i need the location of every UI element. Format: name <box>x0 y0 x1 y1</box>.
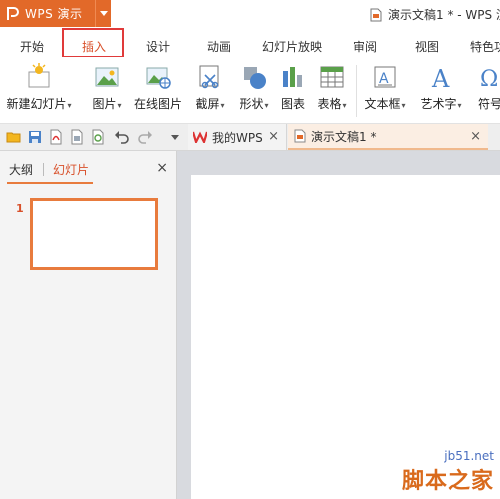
print-icon[interactable] <box>69 129 85 145</box>
tab-animation[interactable]: 动画 <box>207 38 231 55</box>
shape-label: 形状 <box>239 97 264 111</box>
presentation-document-icon <box>294 129 306 143</box>
tab-divider <box>43 163 44 176</box>
slide-number: 1 <box>16 202 24 215</box>
tab-outline[interactable]: 大纲 <box>9 161 33 178</box>
tab-view[interactable]: 视图 <box>415 38 439 55</box>
close-panel-icon[interactable]: × <box>156 160 168 176</box>
chevron-down-icon: ▾ <box>220 101 225 110</box>
customize-toolbar-dropdown-icon[interactable] <box>167 129 183 145</box>
textbox-label: 文本框 <box>364 97 401 111</box>
omega-symbol-icon: Ω <box>480 67 498 91</box>
shape-button[interactable]: 形状▾ <box>234 57 274 112</box>
tab-design[interactable]: 设计 <box>146 38 170 55</box>
new-slide-icon <box>28 63 50 88</box>
app-menu-dropdown-icon[interactable] <box>95 0 111 27</box>
online-picture-label: 在线图片 <box>133 97 182 111</box>
symbol-label: 符号 <box>477 97 500 111</box>
window-title-text: 演示文稿1 * - WPS 演 <box>388 8 500 22</box>
table-button[interactable]: 表格▾ <box>312 57 352 112</box>
tab-review[interactable]: 审阅 <box>353 38 377 55</box>
save-icon[interactable] <box>27 129 43 145</box>
tab-my-wps-label: 我的WPS <box>212 130 263 145</box>
table-icon <box>320 66 344 88</box>
tab-slideshow[interactable]: 幻灯片放映 <box>262 38 322 55</box>
title-bar: WPS 演示 演示文稿1 * - WPS 演 <box>0 0 500 30</box>
watermark-brand: 脚本之家 <box>401 468 494 494</box>
online-picture-icon <box>146 67 171 89</box>
app-menu-button[interactable]: WPS 演示 <box>0 0 111 27</box>
document-icon <box>370 8 382 21</box>
chevron-down-icon: ▾ <box>264 101 269 110</box>
quick-access-toolbar: 我的WPS × 演示文稿1 * × <box>0 124 500 151</box>
screenshot-button[interactable]: 截屏▾ <box>190 57 230 112</box>
wordart-button[interactable]: A 艺术字▾ <box>416 57 466 112</box>
active-tab-underline <box>7 182 93 184</box>
table-label: 表格 <box>317 97 342 111</box>
tab-home[interactable]: 开始 <box>20 38 44 55</box>
chart-icon <box>283 67 302 87</box>
panel-tabs: 大纲 幻灯片 × <box>0 151 176 184</box>
watermark: jb51.net 脚本之家 <box>402 449 494 495</box>
close-icon[interactable]: × <box>268 129 279 144</box>
wordart-label: 艺术字 <box>420 97 457 111</box>
picture-icon <box>95 67 119 87</box>
tab-features[interactable]: 特色功 <box>470 38 500 55</box>
svg-text:Ω: Ω <box>480 67 498 91</box>
chevron-down-icon: ▾ <box>401 101 406 110</box>
slides-panel: 大纲 幻灯片 × 1 <box>0 151 177 499</box>
screenshot-icon <box>199 65 219 89</box>
chevron-down-icon: ▾ <box>67 101 72 110</box>
watermark-site: jb51.net <box>444 449 494 463</box>
chevron-down-icon: ▾ <box>342 101 347 110</box>
picture-button[interactable]: 图片▾ <box>86 57 128 112</box>
chart-label: 图表 <box>280 97 305 111</box>
textbox-button[interactable]: A 文本框▾ <box>360 57 410 112</box>
shape-icon <box>244 67 266 89</box>
new-slide-button[interactable]: 新建幻灯片▾ <box>6 57 72 112</box>
new-slide-label: 新建幻灯片 <box>6 97 67 111</box>
export-pdf-icon[interactable] <box>48 129 64 145</box>
online-picture-button[interactable]: 在线图片 <box>132 57 184 112</box>
tab-document-label: 演示文稿1 * <box>311 129 377 144</box>
ribbon-separator <box>356 65 357 117</box>
close-icon[interactable]: × <box>470 129 481 144</box>
picture-label: 图片 <box>92 97 117 111</box>
tab-slides[interactable]: 幻灯片 <box>53 161 89 178</box>
print-preview-icon[interactable] <box>90 129 106 145</box>
tab-insert[interactable]: 插入 <box>82 38 106 55</box>
slide-thumbnail[interactable] <box>30 198 158 270</box>
symbol-button[interactable]: Ω 符号 <box>476 57 500 112</box>
chart-button[interactable]: 图表 <box>278 57 308 112</box>
app-name: WPS 演示 <box>25 7 83 21</box>
wps-w-icon <box>193 131 207 143</box>
window-title: 演示文稿1 * - WPS 演 <box>370 6 500 23</box>
svg-text:A: A <box>431 65 450 91</box>
redo-icon[interactable] <box>137 129 153 145</box>
ribbon-tabs: 开始 插入 设计 动画 幻灯片放映 审阅 视图 特色功 <box>0 28 500 58</box>
tab-my-wps[interactable]: 我的WPS × <box>188 124 287 150</box>
ribbon-insert: 新建幻灯片▾ 图片▾ 在线图片 截屏▾ 形状▾ 图表 表格▾ A 文本框▾ A … <box>0 57 500 124</box>
editing-workspace: jb51.net 脚本之家 <box>177 151 500 499</box>
screenshot-label: 截屏 <box>195 97 220 111</box>
textbox-icon: A <box>374 66 396 88</box>
wps-logo-icon <box>4 5 22 23</box>
tab-document[interactable]: 演示文稿1 * × <box>288 124 488 150</box>
chevron-down-icon: ▾ <box>457 101 462 110</box>
open-folder-icon[interactable] <box>6 129 22 145</box>
undo-icon[interactable] <box>114 129 130 145</box>
wordart-icon: A <box>431 65 450 91</box>
chevron-down-icon: ▾ <box>117 101 122 110</box>
